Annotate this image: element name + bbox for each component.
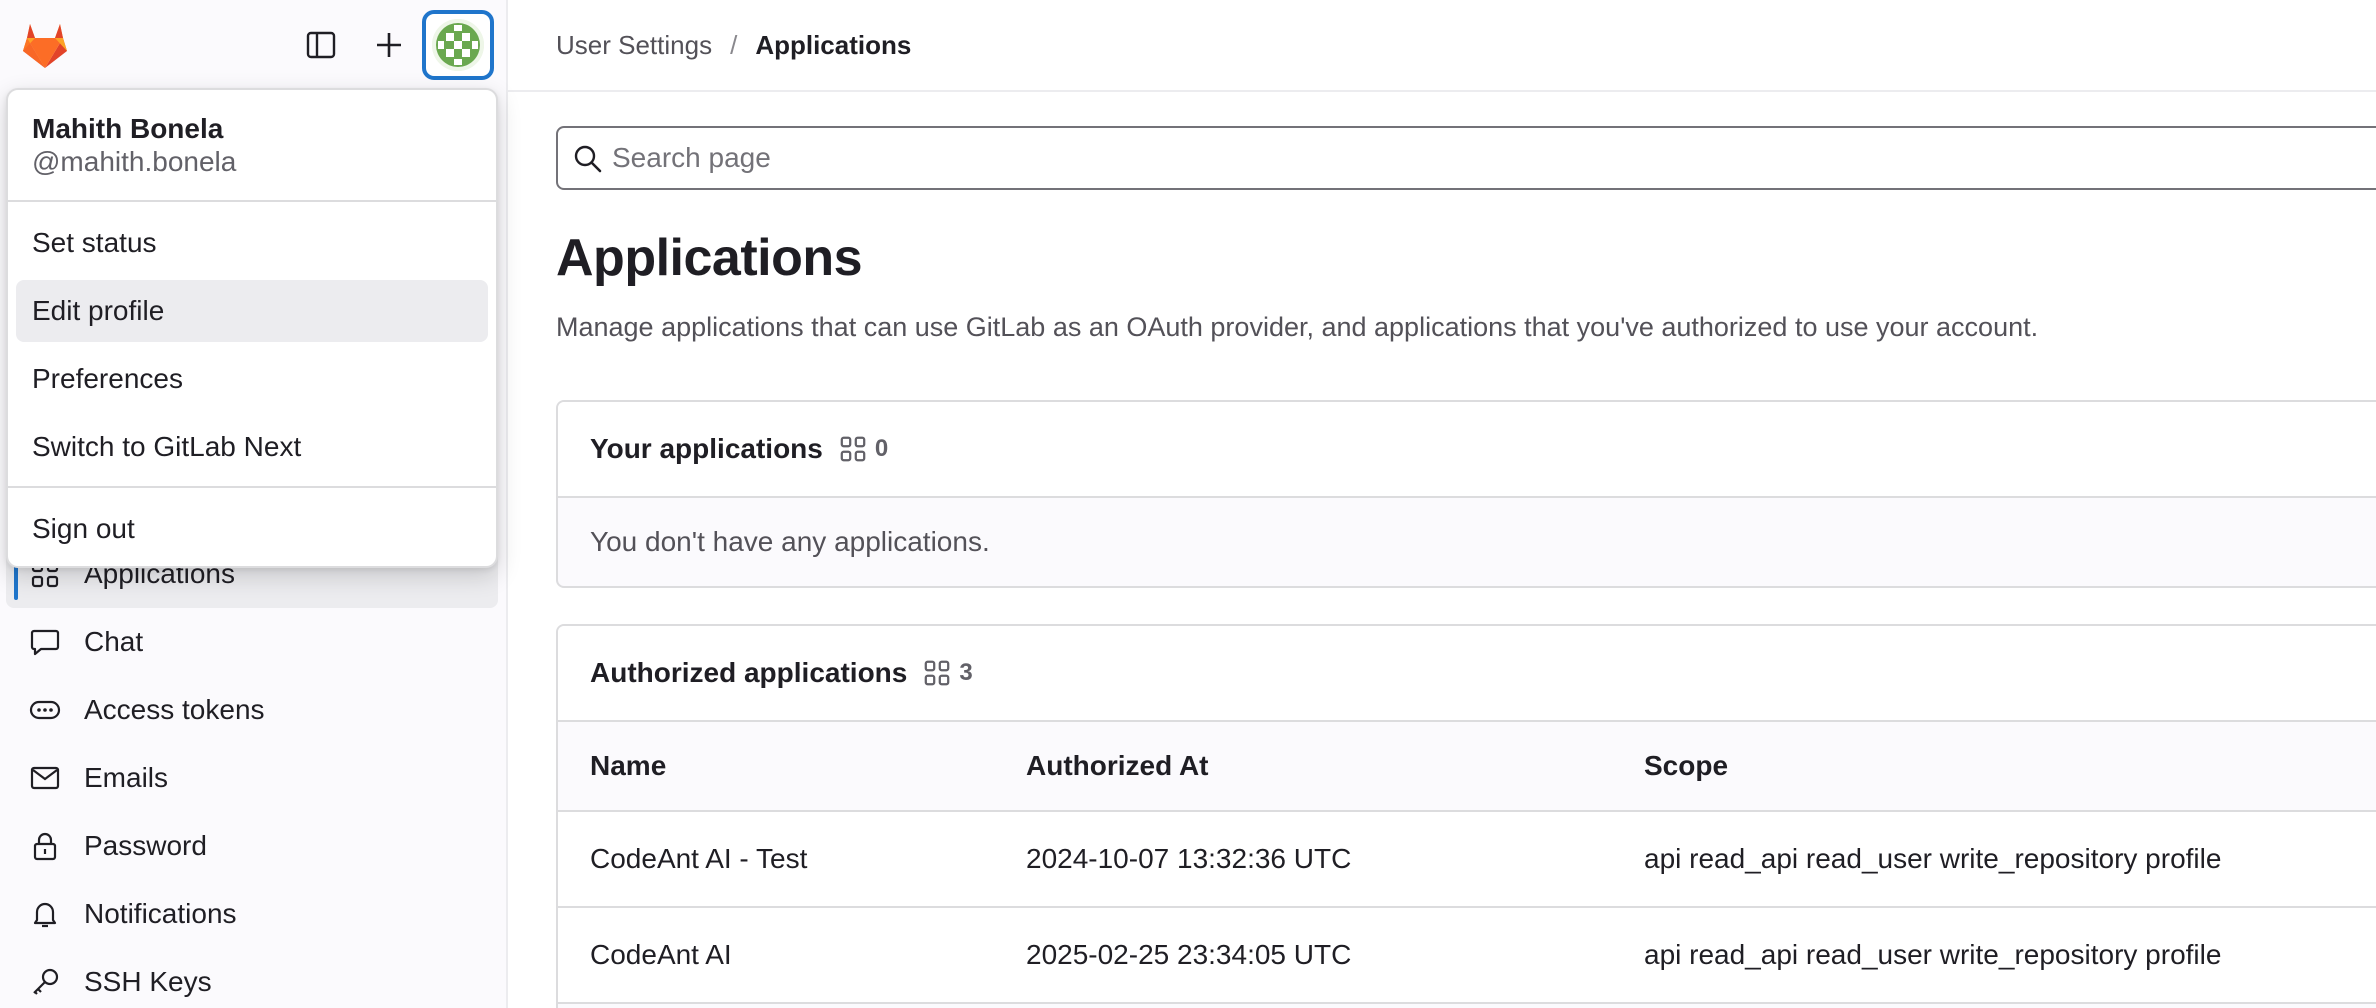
count-value: 3 — [959, 659, 973, 686]
card-title: Your applications — [590, 433, 823, 464]
new-item-button[interactable] — [364, 20, 414, 70]
sidebar-item-access-tokens[interactable]: Access tokens — [6, 676, 498, 744]
user-menu-button[interactable] — [422, 10, 494, 80]
sidebar-item-chat[interactable]: Chat — [6, 608, 498, 676]
count-value: 0 — [874, 435, 889, 462]
menu-item-preferences[interactable]: Preferences — [16, 348, 488, 410]
user-menu-dropdown: Mahith Bonela @mahith.bonela Set status … — [6, 88, 498, 568]
bell-icon — [28, 897, 62, 931]
key-icon — [28, 965, 62, 999]
sidebar-toggle-icon — [306, 31, 336, 59]
menu-item-switch-gitlab-next[interactable]: Switch to GitLab Next — [16, 416, 488, 478]
app-name: CodeAnt AI — [590, 939, 732, 970]
sidebar-item-label: Notifications — [84, 898, 237, 929]
your-applications-card: Your applications 0 You don't have any a… — [556, 400, 2376, 588]
user-username: @mahith.bonela — [32, 146, 237, 177]
sidebar-item-label: Password — [84, 830, 207, 861]
table-row: CodeAnt AI - Test 2024-10-07 13:32:36 UT… — [558, 812, 2376, 908]
search-icon — [574, 145, 602, 173]
breadcrumb-separator: / — [730, 30, 738, 60]
authorized-applications-card: Authorized applications 3 Name Authorize… — [556, 624, 2376, 1008]
count-badge: 0 — [839, 435, 888, 463]
app-root: Applications Chat Access tokens Emails P… — [0, 0, 2376, 1008]
avatar — [432, 19, 484, 71]
menu-divider — [8, 486, 496, 488]
chat-icon — [28, 625, 62, 659]
user-menu-header: Mahith Bonela @mahith.bonela — [32, 112, 236, 178]
menu-item-edit-profile[interactable]: Edit profile — [16, 280, 488, 342]
column-header-scope: Scope — [1644, 750, 1729, 781]
search-input[interactable] — [612, 128, 2212, 188]
menu-item-sign-out[interactable]: Sign out — [16, 498, 488, 560]
sidebar-item-label: Emails — [84, 762, 169, 793]
card-title: Authorized applications — [590, 657, 908, 688]
search-box — [556, 126, 2376, 190]
count-badge: 3 — [923, 659, 973, 687]
applications-icon — [840, 436, 866, 462]
token-icon — [28, 693, 62, 727]
sidebar-item-password[interactable]: Password — [6, 812, 498, 880]
plus-icon — [377, 33, 401, 57]
sidebar-item-label: SSH Keys — [84, 966, 212, 997]
lock-icon — [28, 829, 62, 863]
card-header: Your applications 0 — [558, 402, 2376, 498]
main-content: User Settings / Applications Application… — [508, 0, 2376, 1008]
user-avatar — [432, 19, 484, 71]
applications-icon — [925, 660, 950, 686]
menu-item-set-status[interactable]: Set status — [16, 212, 488, 274]
column-header-name: Name — [590, 750, 667, 781]
top-bar: User Settings / Applications — [508, 0, 2376, 92]
scope: api read_api read_user write_repository … — [1644, 843, 2222, 874]
card-header: Authorized applications 3 — [558, 626, 2376, 722]
user-full-name: Mahith Bonela — [32, 113, 224, 144]
breadcrumb-user-settings[interactable]: User Settings — [556, 30, 712, 61]
sidebar-item-label: Access tokens — [84, 694, 265, 725]
column-header-authorized-at: Authorized At — [1026, 750, 1209, 781]
sidebar: Applications Chat Access tokens Emails P… — [0, 0, 508, 1008]
settings-nav: Applications Chat Access tokens Emails P… — [0, 540, 506, 1008]
app-name: CodeAnt AI - Test — [590, 843, 808, 874]
empty-state-text: You don't have any applications. — [590, 526, 990, 557]
page-title: Applications — [556, 229, 863, 287]
mail-icon — [28, 761, 62, 795]
page-description: Manage applications that can use GitLab … — [556, 312, 2039, 342]
table-header-row: Name Authorized At Scope — [558, 722, 2376, 812]
menu-divider — [8, 200, 496, 202]
sidebar-header — [0, 0, 506, 90]
authorized-at: 2025-02-25 23:34:05 UTC — [1026, 939, 1352, 970]
breadcrumb-current[interactable]: Applications — [755, 30, 911, 61]
scope: api read_api read_user write_repository … — [1644, 939, 2222, 970]
breadcrumb: User Settings / Applications — [556, 30, 911, 61]
sidebar-item-notifications[interactable]: Notifications — [6, 880, 498, 948]
table-row: CodeAnt AI 2025-02-25 23:34:05 UTC api r… — [558, 908, 2376, 1004]
sidebar-toggle-button[interactable] — [296, 20, 346, 70]
sidebar-item-emails[interactable]: Emails — [6, 744, 498, 812]
authorized-at: 2024-10-07 13:32:36 UTC — [1026, 843, 1352, 874]
sidebar-item-ssh-keys[interactable]: SSH Keys — [6, 948, 498, 1008]
gitlab-tanuki-logo[interactable] — [18, 18, 72, 72]
sidebar-item-label: Chat — [84, 626, 144, 657]
